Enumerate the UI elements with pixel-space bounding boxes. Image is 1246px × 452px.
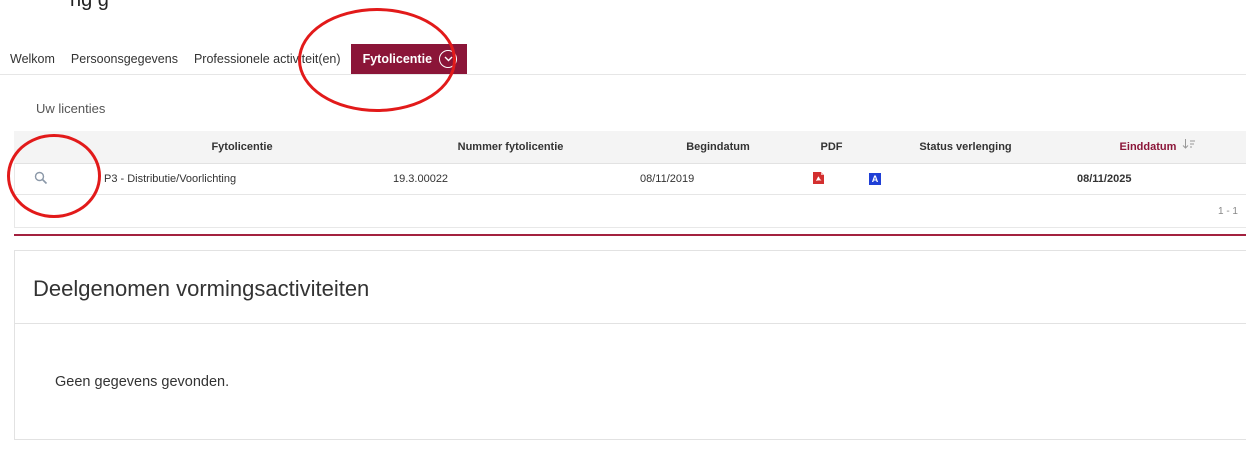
top-cutoff-text: ng g	[70, 0, 109, 11]
column-header-pdf[interactable]: PDF	[802, 131, 861, 163]
empty-state-text: Geen gegevens gevonden.	[55, 374, 230, 390]
cell-nummer: 19.3.00022	[393, 173, 449, 185]
section-divider	[14, 234, 1246, 236]
annotation-circle-nav	[298, 8, 456, 112]
column-header-fytolicentie[interactable]: Fytolicentie	[97, 131, 387, 163]
pdf-icon	[812, 172, 825, 189]
cell-einddatum: 08/11/2025	[1077, 173, 1132, 185]
column-header-status[interactable]: Status verlenging	[861, 131, 1070, 163]
nav-divider	[0, 74, 1246, 75]
nav-item-persoonsgegevens[interactable]: Persoonsgegevens	[71, 52, 178, 66]
nav-item-welkom[interactable]: Welkom	[10, 52, 55, 66]
pdf-download-link[interactable]	[812, 171, 825, 190]
pagination-info: 1 - 1	[1217, 206, 1238, 217]
column-header-einddatum-label: Einddatum	[1119, 141, 1177, 153]
cell-fytolicentie: P3 - Distributie/Voorlichting	[104, 173, 237, 185]
cell-begindatum: 08/11/2019	[640, 173, 695, 185]
column-header-nummer[interactable]: Nummer fytolicentie	[387, 131, 634, 163]
column-header-einddatum[interactable]: Einddatum	[1070, 131, 1246, 163]
status-badge: A	[869, 173, 881, 185]
row-divider	[14, 194, 1246, 195]
section-title: Uw licenties	[36, 101, 106, 116]
annotation-circle-search	[7, 134, 101, 218]
sort-descending-icon[interactable]	[1182, 131, 1196, 163]
column-header-begindatum[interactable]: Begindatum	[634, 131, 802, 163]
panel-title: Deelgenomen vormingsactiviteiten	[33, 276, 370, 301]
